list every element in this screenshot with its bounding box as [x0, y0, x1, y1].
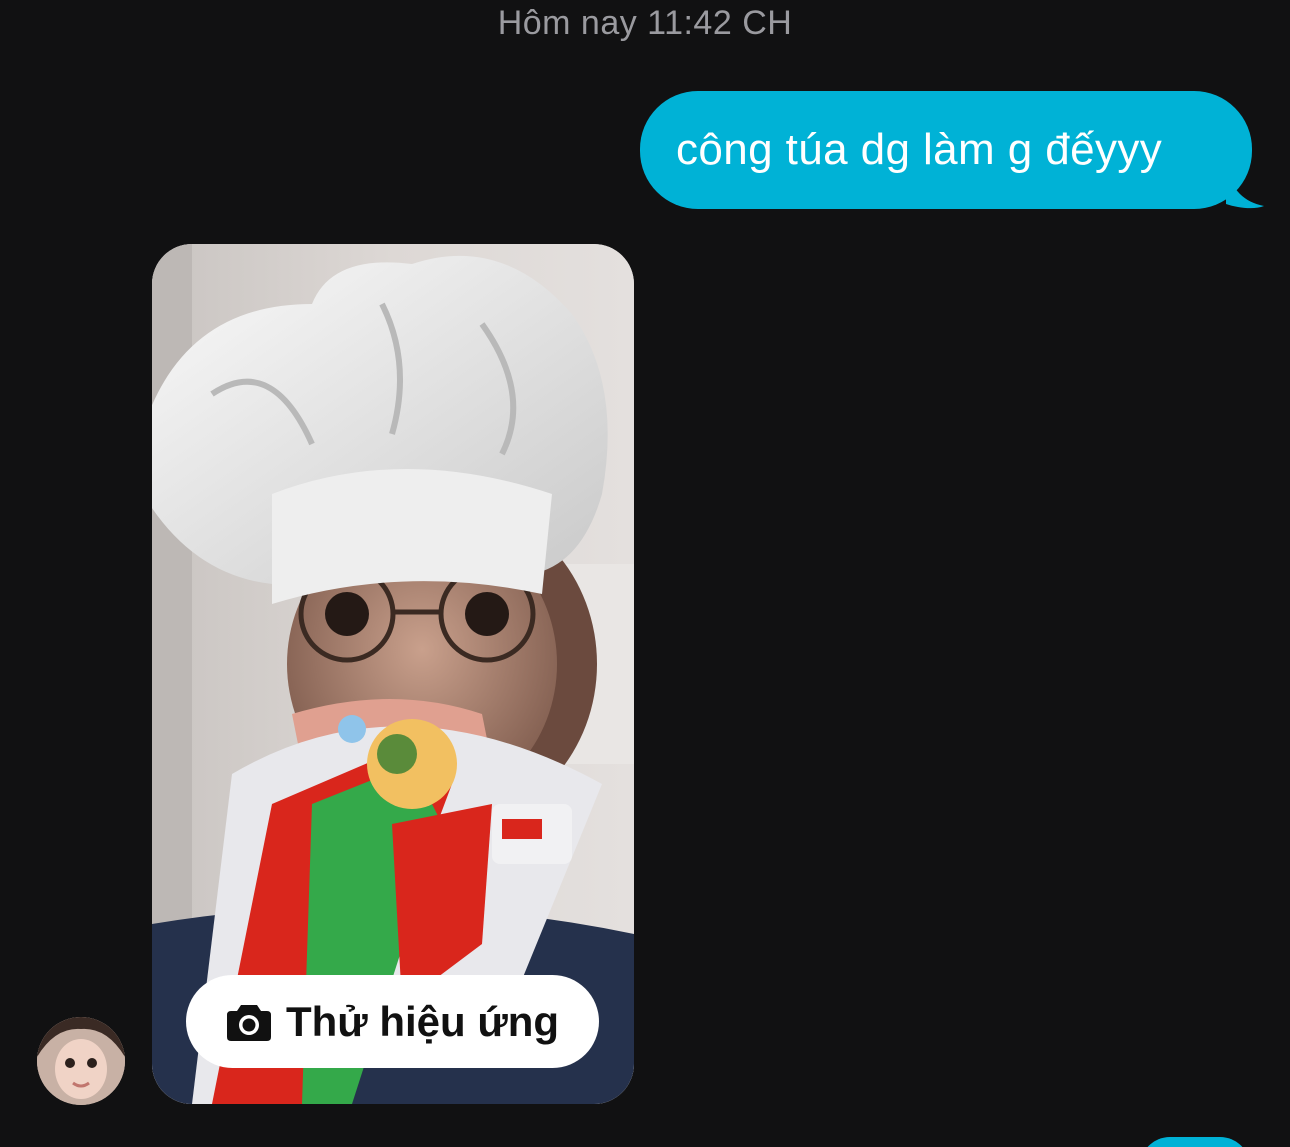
outgoing-message-bubble-partial[interactable] [1140, 1137, 1250, 1147]
chat-screen: Hôm nay 11:42 CH công túa dg làm g đếyyy [0, 0, 1290, 1147]
camera-icon [226, 1004, 271, 1041]
outgoing-message-text: công túa dg làm g đếyyy [676, 125, 1163, 174]
try-effect-button[interactable]: Thử hiệu ứng [186, 975, 599, 1068]
outgoing-message-bubble[interactable]: công túa dg làm g đếyyy [640, 91, 1252, 209]
try-effect-label: Thử hiệu ứng [285, 997, 560, 1045]
avatar-photo [37, 1017, 125, 1105]
bubble-tail [1226, 168, 1264, 209]
contact-avatar[interactable] [37, 1017, 125, 1105]
message-timestamp: Hôm nay 11:42 CH [497, 4, 793, 42]
